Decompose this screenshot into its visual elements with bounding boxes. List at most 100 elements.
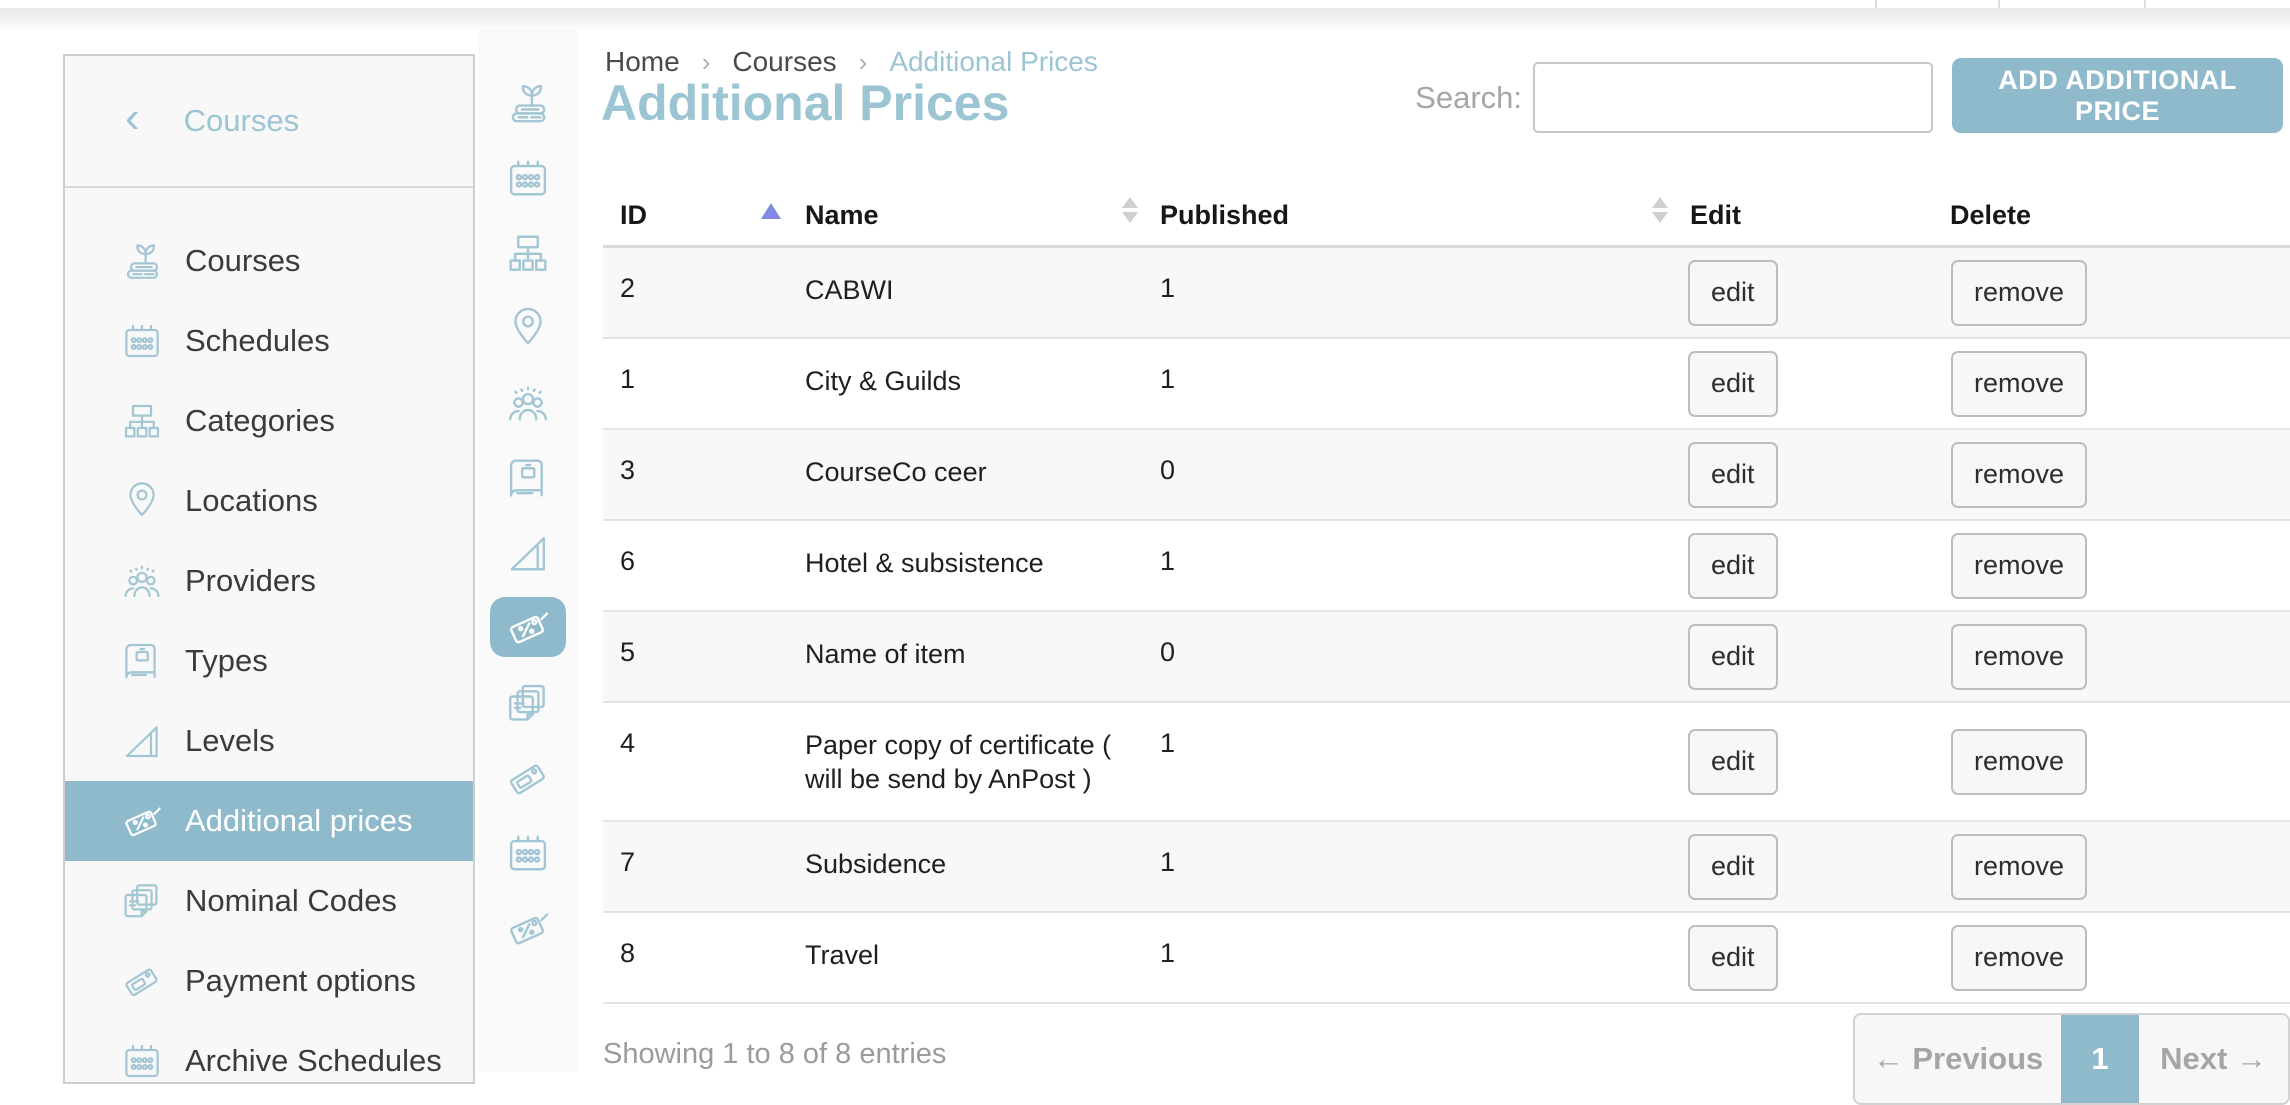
rail-item-courses[interactable] <box>497 72 559 134</box>
pagination: ← Previous 1 Next → <box>1853 1013 2290 1105</box>
types-icon <box>118 637 166 685</box>
cell-name: Name of item <box>805 637 1145 671</box>
rail-item-providers[interactable] <box>497 372 559 434</box>
sort-up-icon[interactable] <box>1122 197 1138 208</box>
edit-button[interactable]: edit <box>1688 260 1778 326</box>
rail-item-archive-additional-prices[interactable] <box>497 897 559 959</box>
sidebar-item-additional-prices[interactable]: Additional prices <box>65 781 473 861</box>
table-row: 3CourseCo ceer0editremove <box>603 430 2290 521</box>
sidebar-item-levels[interactable]: Levels <box>65 701 473 781</box>
breadcrumb-home[interactable]: Home <box>605 46 680 77</box>
table-row: 1City & Guilds1editremove <box>603 339 2290 430</box>
sidebar-back-label: Courses <box>184 103 299 139</box>
cell-name: City & Guilds <box>805 364 1145 398</box>
rail-item-types[interactable] <box>497 447 559 509</box>
categories-icon <box>502 227 554 279</box>
cell-id: 2 <box>620 273 635 304</box>
sidebar-item-archive-schedules[interactable]: Archive Schedules <box>65 1021 473 1101</box>
edit-button[interactable]: edit <box>1688 925 1778 991</box>
sort-down-icon[interactable] <box>1122 212 1138 223</box>
archive-schedules-icon-wrap <box>117 1036 167 1086</box>
sidebar-item-nominal-codes[interactable]: Nominal Codes <box>65 861 473 941</box>
nominal-codes-icon <box>118 877 166 925</box>
toolbar-divider <box>1875 0 1877 8</box>
cell-published: 1 <box>1160 847 1175 878</box>
column-header-edit: Edit <box>1690 200 1741 231</box>
rail-item-nominal-codes[interactable] <box>497 672 559 734</box>
edit-button[interactable]: edit <box>1688 729 1778 795</box>
cell-name: Travel <box>805 938 1145 972</box>
sidebar-item-label: Schedules <box>185 323 330 359</box>
remove-button[interactable]: remove <box>1951 442 2087 508</box>
column-header-id[interactable]: ID <box>620 200 647 231</box>
schedules-icon-wrap <box>117 316 167 366</box>
pagination-previous-button[interactable]: ← Previous <box>1855 1015 2061 1103</box>
cell-id: 8 <box>620 938 635 969</box>
sidebar-item-label: Categories <box>185 403 335 439</box>
rail-item-additional-prices[interactable] <box>490 597 566 657</box>
cell-published: 1 <box>1160 364 1175 395</box>
sidebar-back-button[interactable]: ‹ Courses <box>65 56 473 188</box>
table-row: 8Travel1editremove <box>603 913 2290 1004</box>
column-header-published[interactable]: Published <box>1160 200 1289 231</box>
remove-button[interactable]: remove <box>1951 260 2087 326</box>
breadcrumb-separator: › <box>702 47 711 77</box>
breadcrumb-courses[interactable]: Courses <box>732 46 836 77</box>
rail-item-payment-options[interactable] <box>497 747 559 809</box>
edit-button[interactable]: edit <box>1688 442 1778 508</box>
sidebar-item-label: Payment options <box>185 963 416 999</box>
column-header-delete: Delete <box>1950 200 2031 231</box>
edit-button[interactable]: edit <box>1688 834 1778 900</box>
rail-item-categories[interactable] <box>497 222 559 284</box>
edit-button[interactable]: edit <box>1688 351 1778 417</box>
entries-summary: Showing 1 to 8 of 8 entries <box>603 1038 946 1071</box>
locations-icon <box>118 477 166 525</box>
sidebar-item-label: Locations <box>185 483 318 519</box>
schedules-icon <box>502 152 554 204</box>
chevron-left-icon: ‹ <box>125 103 140 133</box>
rail-item-levels[interactable] <box>497 522 559 584</box>
sidebar-item-providers[interactable]: Providers <box>65 541 473 621</box>
rail-item-locations[interactable] <box>497 297 559 359</box>
cell-id: 3 <box>620 455 635 486</box>
table-body: 2CABWI1editremove1City & Guilds1editremo… <box>603 248 2290 1004</box>
breadcrumb-separator: › <box>859 47 868 77</box>
providers-icon <box>502 377 554 429</box>
edit-button[interactable]: edit <box>1688 533 1778 599</box>
edit-button[interactable]: edit <box>1688 624 1778 690</box>
rail-item-archive-schedules[interactable] <box>497 822 559 884</box>
sort-asc-icon[interactable] <box>761 203 781 219</box>
cell-published: 0 <box>1160 637 1175 668</box>
pagination-page-1[interactable]: 1 <box>2061 1015 2139 1103</box>
page-title: Additional Prices <box>601 74 1009 132</box>
rail-item-schedules[interactable] <box>497 147 559 209</box>
pagination-next-button[interactable]: Next → <box>2139 1015 2288 1103</box>
remove-button[interactable]: remove <box>1951 925 2087 991</box>
providers-icon-wrap <box>117 556 167 606</box>
toolbar-shadow <box>0 8 2290 32</box>
remove-button[interactable]: remove <box>1951 624 2087 690</box>
search-input[interactable] <box>1533 62 1933 133</box>
sidebar-item-locations[interactable]: Locations <box>65 461 473 541</box>
remove-button[interactable]: remove <box>1951 533 2087 599</box>
sidebar-item-categories[interactable]: Categories <box>65 381 473 461</box>
remove-button[interactable]: remove <box>1951 351 2087 417</box>
sidebar-item-types[interactable]: Types <box>65 621 473 701</box>
sidebar-item-payment-options[interactable]: Payment options <box>65 941 473 1021</box>
locations-icon <box>502 302 554 354</box>
courses-icon <box>118 237 166 285</box>
types-icon-wrap <box>117 636 167 686</box>
levels-icon <box>502 527 554 579</box>
sort-down-icon[interactable] <box>1652 212 1668 223</box>
sort-up-icon[interactable] <box>1652 197 1668 208</box>
remove-button[interactable]: remove <box>1951 834 2087 900</box>
sidebar-item-courses[interactable]: Courses <box>65 221 473 301</box>
sidebar-item-schedules[interactable]: Schedules <box>65 301 473 381</box>
column-header-name[interactable]: Name <box>805 200 879 231</box>
remove-button[interactable]: remove <box>1951 729 2087 795</box>
schedules-icon <box>118 317 166 365</box>
add-additional-price-button[interactable]: ADD ADDITIONAL PRICE <box>1952 58 2283 133</box>
cell-published: 1 <box>1160 728 1175 759</box>
providers-icon <box>118 557 166 605</box>
archive-additional-prices-icon <box>502 902 554 954</box>
